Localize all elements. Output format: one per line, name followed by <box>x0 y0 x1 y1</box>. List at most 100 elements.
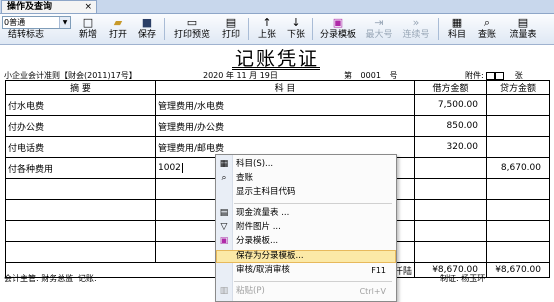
new-icon: □ <box>82 16 94 29</box>
summary-cell[interactable]: 付水电费 <box>5 94 156 116</box>
print-preview-icon: ▭ <box>186 16 198 29</box>
menu-item-cash-flow[interactable]: ▤ 现金流量表 ... <box>216 207 396 220</box>
debit-cell[interactable] <box>414 241 487 263</box>
cash-flow-button[interactable]: ▤ 流量表 <box>507 15 539 43</box>
menu-item-save-as-template[interactable]: 保存为分录模板... <box>216 250 396 263</box>
debit-cell[interactable] <box>414 157 487 179</box>
search-icon: ⌕ <box>483 16 491 29</box>
save-button[interactable]: ■ 保存 <box>136 15 158 43</box>
menu-item-show-main-code[interactable]: 显示主科目代码 <box>216 186 396 199</box>
tab-operations-query[interactable]: 操作及查询 × <box>1 0 97 13</box>
credit-cell[interactable] <box>486 115 550 137</box>
account-icon: ▦ <box>451 16 463 29</box>
folder-icon: ▰ <box>113 16 123 29</box>
menu-item-label: 粘贴(P) <box>236 286 265 296</box>
account-input-value: 1002 <box>158 163 181 174</box>
table-header-row: 摘 要 科 目 借方金额 贷方金额 <box>5 80 550 95</box>
account-cell[interactable]: 管理费用/办公费 <box>155 115 415 137</box>
credit-cell[interactable] <box>486 220 550 242</box>
close-icon[interactable]: × <box>84 1 92 13</box>
credit-cell[interactable] <box>486 136 550 158</box>
entry-template-button[interactable]: ▣ 分录模板 <box>318 15 358 43</box>
debit-cell[interactable] <box>414 220 487 242</box>
paperclip-icon: ▽ <box>220 222 228 232</box>
search-icon: ⌕ <box>221 173 227 183</box>
entry-template-label: 分录模板 <box>319 30 356 40</box>
next-label: 下张 <box>286 30 305 40</box>
query-ledger-button[interactable]: ⌕ 查账 <box>476 15 498 43</box>
toolbar-divider <box>248 18 249 40</box>
debit-cell[interactable] <box>414 199 487 221</box>
credit-header: 贷方金额 <box>486 80 550 95</box>
attachments-label: 附件: <box>465 71 484 80</box>
previous-label: 上张 <box>257 30 276 40</box>
open-label: 打开 <box>108 30 127 40</box>
template-icon: ▣ <box>219 236 229 246</box>
print-label: 打印 <box>221 30 240 40</box>
menu-item-attachment-images[interactable]: ▽ 附件图片 ... <box>216 221 396 234</box>
continuous-number-button[interactable]: » 连续号 <box>401 15 431 43</box>
debit-cell[interactable]: 7,500.00 <box>414 94 487 116</box>
next-voucher-button[interactable]: ↓ 下张 <box>285 15 307 43</box>
debit-cell[interactable]: 850.00 <box>414 115 487 137</box>
summary-cell[interactable] <box>5 241 156 263</box>
total-credit: ¥8,670.00 <box>486 262 550 278</box>
menu-item-label: 科目(S)... <box>236 159 274 169</box>
summary-cell[interactable]: 付电话费 <box>5 136 156 158</box>
bookkeeper-label: 记账: <box>78 274 97 283</box>
summary-cell[interactable] <box>5 199 156 221</box>
paste-icon: ▥ <box>219 286 229 296</box>
menu-item-audit-toggle[interactable]: 审核/取消审核 F11 <box>216 264 396 277</box>
credit-cell[interactable] <box>486 199 550 221</box>
account-icon: ▦ <box>219 159 229 169</box>
credit-cell[interactable] <box>486 241 550 263</box>
book-type-value: 0普通 <box>4 18 26 27</box>
max-number-button[interactable]: ⇥ 最大号 <box>364 15 394 43</box>
previous-voucher-button[interactable]: ↑ 上张 <box>256 15 278 43</box>
supervisor-label: 会计主管: 财务总监 <box>4 274 74 283</box>
summary-cell[interactable]: 付办公费 <box>5 115 156 137</box>
max-number-label: 最大号 <box>365 30 393 40</box>
menu-separator <box>234 281 392 282</box>
summary-cell[interactable] <box>5 178 156 200</box>
print-preview-label: 打印预览 <box>173 30 210 40</box>
credit-cell[interactable] <box>486 178 550 200</box>
attachments-box[interactable] <box>495 71 505 80</box>
query-ledger-label: 查账 <box>477 30 496 40</box>
continuous-number-label: 连续号 <box>402 30 430 40</box>
cash-flow-icon: ▤ <box>517 16 529 29</box>
open-button[interactable]: ▰ 打开 <box>107 15 129 43</box>
print-button[interactable]: ▤ 打印 <box>220 15 242 43</box>
new-button[interactable]: □ 新增 <box>77 15 99 43</box>
context-menu: ▦ 科目(S)... ⌕ 查账 显示主科目代码 ▤ 现金流量表 ... ▽ 附件… <box>215 154 397 302</box>
account-button[interactable]: ▦ 科目 <box>446 15 468 43</box>
account-label: 科目 <box>447 30 466 40</box>
book-type-select[interactable]: 0普通 ▼ <box>2 16 71 29</box>
chevron-down-icon[interactable]: ▼ <box>59 17 70 28</box>
summary-cell[interactable]: 付各种费用 <box>5 157 156 179</box>
arrow-down-icon: ↓ <box>291 16 301 29</box>
credit-cell[interactable]: 8,670.00 <box>486 157 550 179</box>
toolbar-divider <box>312 18 313 40</box>
number-value[interactable]: 0001 <box>361 71 381 80</box>
credit-cell[interactable] <box>486 94 550 116</box>
menu-item-query-ledger[interactable]: ⌕ 查账 <box>216 172 396 185</box>
debit-cell[interactable] <box>414 178 487 200</box>
debit-cell[interactable]: 320.00 <box>414 136 487 158</box>
account-cell[interactable]: 管理费用/水电费 <box>155 94 415 116</box>
menu-item-account[interactable]: ▦ 科目(S)... <box>216 158 396 171</box>
new-label: 新增 <box>78 30 97 40</box>
toolbar-divider <box>438 18 439 40</box>
menu-item-paste[interactable]: ▥ 粘贴(P) Ctrl+V <box>216 285 396 298</box>
menu-item-entry-template[interactable]: ▣ 分录模板... <box>216 235 396 248</box>
menu-item-label: 附件图片 ... <box>236 222 281 232</box>
end-marker-button[interactable]: 结转标志 <box>8 30 44 42</box>
save-icon: ■ <box>141 16 153 29</box>
save-label: 保存 <box>137 30 156 40</box>
attachments-box[interactable] <box>486 71 496 80</box>
tab-strip: 操作及查询 × <box>0 0 554 14</box>
print-preview-button[interactable]: ▭ 打印预览 <box>172 15 212 43</box>
debit-header: 借方金额 <box>414 80 487 95</box>
summary-cell[interactable] <box>5 220 156 242</box>
number-label: 第 <box>344 71 352 80</box>
